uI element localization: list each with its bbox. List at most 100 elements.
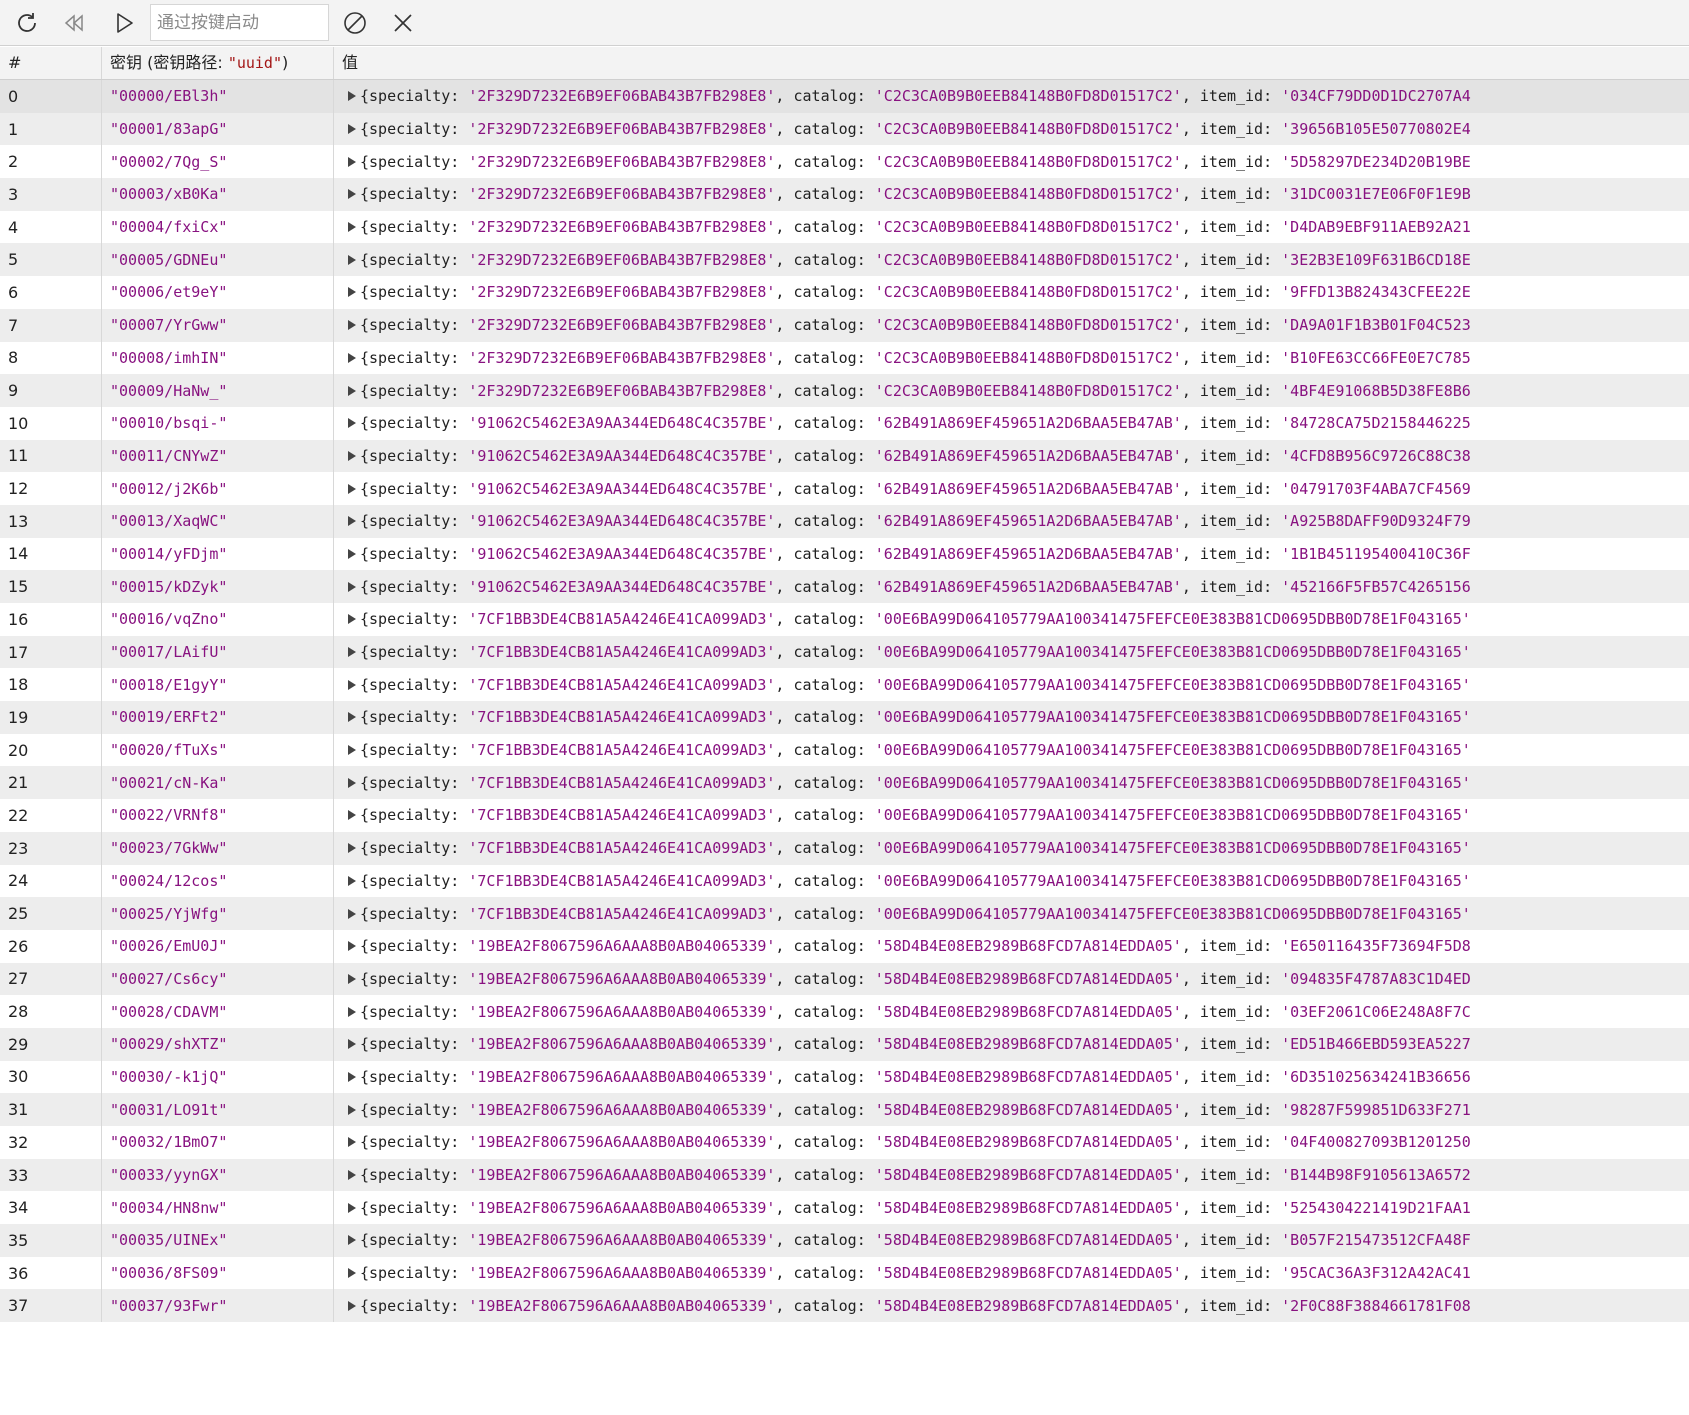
table-row[interactable]: 23 "00023/7GkWw" {specialty: '7CF1BB3DE4CB…	[0, 831, 1689, 865]
expand-triangle-icon[interactable]	[348, 254, 356, 265]
expand-triangle-icon[interactable]	[348, 810, 356, 821]
close-button[interactable]	[385, 5, 421, 41]
table-row[interactable]: 10 "00010/bsqi-" {specialty: '91062C5462E3…	[0, 406, 1689, 440]
expand-triangle-icon[interactable]	[348, 1104, 356, 1115]
table-row[interactable]: 13 "00013/XaqWC" {specialty: '91062C5462E3…	[0, 504, 1689, 538]
table-row[interactable]: 35 "00035/UINEx" {specialty: '19BEA2F80675…	[0, 1224, 1689, 1257]
table-row[interactable]: 33 "00033/yynGX" {specialty: '19BEA2F80675…	[0, 1158, 1689, 1192]
table-row[interactable]: 5 "00005/GDNEu" {specialty: '2F329D7232E6B…	[0, 243, 1689, 277]
expand-triangle-icon[interactable]	[348, 450, 356, 461]
item-id-value: '39656B105E50770802E4	[1281, 120, 1471, 139]
expand-triangle-icon[interactable]	[348, 548, 356, 559]
expand-triangle-icon[interactable]	[348, 745, 356, 756]
column-header-value[interactable]: 值	[334, 47, 1689, 79]
catalog-value: '58D4B4E08EB2989B68FCD7A814EDDA05'	[874, 1198, 1182, 1217]
table-row[interactable]: 25 "00025/YjWfg" {specialty: '7CF1BB3DE4CB…	[0, 897, 1689, 930]
table-row[interactable]: 20 "00020/fTuXs" {specialty: '7CF1BB3DE4CB…	[0, 733, 1689, 767]
table-row[interactable]: 24 "00024/12cos" {specialty: '7CF1BB3DE4CB…	[0, 864, 1689, 898]
row-index: 24	[0, 864, 102, 898]
table-row[interactable]: 29 "00029/shXTZ" {specialty: '19BEA2F80675…	[0, 1027, 1689, 1061]
table-row[interactable]: 7 "00007/YrGww" {specialty: '2F329D7232E6B…	[0, 308, 1689, 342]
table-row[interactable]: 17 "00017/LAifU" {specialty: '7CF1BB3DE4CB…	[0, 635, 1689, 669]
table-row[interactable]: 32 "00032/1BmO7" {specialty: '19BEA2F80675…	[0, 1126, 1689, 1159]
table-row[interactable]: 11 "00011/CNYwZ" {specialty: '91062C5462E3…	[0, 439, 1689, 473]
expand-triangle-icon[interactable]	[348, 385, 356, 396]
expand-triangle-icon[interactable]	[348, 581, 356, 592]
table-row[interactable]: 21 "00021/cN-Ka" {specialty: '7CF1BB3DE4CB…	[0, 766, 1689, 800]
table-row[interactable]: 16 "00016/vqZno" {specialty: '7CF1BB3DE4CB…	[0, 603, 1689, 636]
catalog-label: catalog:	[793, 741, 875, 760]
expand-triangle-icon[interactable]	[348, 875, 356, 886]
table-row[interactable]: 4 "00004/fxiCx" {specialty: '2F329D7232E6B…	[0, 210, 1689, 244]
expand-triangle-icon[interactable]	[348, 156, 356, 167]
expand-triangle-icon[interactable]	[348, 777, 356, 788]
clear-button[interactable]	[337, 5, 373, 41]
table-row[interactable]: 0 "00000/EBl3h" {specialty: '2F329D7232E6B…	[0, 80, 1689, 113]
expand-triangle-icon[interactable]	[348, 1202, 356, 1213]
expand-triangle-icon[interactable]	[348, 614, 356, 625]
table-row[interactable]: 22 "00022/VRNf8" {specialty: '7CF1BB3DE4CB…	[0, 799, 1689, 832]
table-row[interactable]: 8 "00008/imhIN" {specialty: '2F329D7232E6B…	[0, 341, 1689, 375]
expand-triangle-icon[interactable]	[348, 679, 356, 690]
table-row[interactable]: 1 "00001/83apG" {specialty: '2F329D7232E6B…	[0, 112, 1689, 146]
expand-triangle-icon[interactable]	[348, 516, 356, 527]
item-id-value: '98287F599851D633F271	[1281, 1100, 1471, 1119]
table-row[interactable]: 30 "00030/-k1jQ" {specialty: '19BEA2F80675…	[0, 1060, 1689, 1094]
item-id-label: item_id:	[1199, 1231, 1282, 1250]
expand-triangle-icon[interactable]	[348, 1039, 356, 1050]
expand-triangle-icon[interactable]	[348, 712, 356, 723]
table-row[interactable]: 15 "00015/kDZyk" {specialty: '91062C5462E3…	[0, 570, 1689, 603]
column-header-key[interactable]: 密钥 (密钥路径: "uuid")	[102, 47, 334, 79]
row-value: {specialty: '7CF1BB3DE4CB81A5A4246E41CA0…	[334, 668, 1689, 701]
expand-triangle-icon[interactable]	[348, 1071, 356, 1082]
rewind-button[interactable]	[56, 5, 92, 41]
row-key: "00014/yFDjm"	[102, 537, 334, 571]
expand-triangle-icon[interactable]	[348, 124, 356, 135]
expand-triangle-icon[interactable]	[348, 91, 356, 102]
table-row[interactable]: 12 "00012/j2K6b" {specialty: '91062C5462E3…	[0, 472, 1689, 505]
expand-triangle-icon[interactable]	[348, 647, 356, 658]
separator: ,	[1181, 120, 1200, 139]
table-row[interactable]: 28 "00028/CDAVM" {specialty: '19BEA2F80675…	[0, 995, 1689, 1028]
expand-triangle-icon[interactable]	[348, 1170, 356, 1181]
expand-triangle-icon[interactable]	[348, 908, 356, 919]
table-row[interactable]: 36 "00036/8FS09" {specialty: '19BEA2F80675…	[0, 1256, 1689, 1290]
expand-triangle-icon[interactable]	[348, 843, 356, 854]
table-row[interactable]: 6 "00006/et9eY" {specialty: '2F329D7232E6B…	[0, 276, 1689, 309]
brace: {	[360, 120, 370, 139]
expand-triangle-icon[interactable]	[348, 320, 356, 331]
expand-triangle-icon[interactable]	[348, 222, 356, 233]
refresh-button[interactable]	[9, 5, 45, 41]
expand-triangle-icon[interactable]	[348, 941, 356, 952]
table-row[interactable]: 18 "00018/E1gyY" {specialty: '7CF1BB3DE4CB…	[0, 668, 1689, 702]
column-header-index[interactable]: #	[0, 47, 102, 79]
table-row[interactable]: 19 "00019/ERFt2" {specialty: '7CF1BB3DE4CB…	[0, 701, 1689, 734]
table-row[interactable]: 2 "00002/7Qg_S" {specialty: '2F329D7232E6B…	[0, 145, 1689, 179]
value-preview: {specialty: '2F329D7232E6B9EF06BAB43B7FB…	[360, 120, 1471, 138]
expand-triangle-icon[interactable]	[348, 973, 356, 984]
expand-triangle-icon[interactable]	[348, 418, 356, 429]
expand-triangle-icon[interactable]	[348, 483, 356, 494]
table-row[interactable]: 3 "00003/xB0Ka" {specialty: '2F329D7232E6B…	[0, 178, 1689, 211]
table-row[interactable]: 31 "00031/LO91t" {specialty: '19BEA2F80675…	[0, 1093, 1689, 1126]
separator: ,	[1181, 1100, 1200, 1119]
table-row[interactable]: 27 "00027/Cs6cy" {specialty: '19BEA2F80675…	[0, 962, 1689, 996]
expand-triangle-icon[interactable]	[348, 287, 356, 298]
expand-triangle-icon[interactable]	[348, 1268, 356, 1279]
expand-triangle-icon[interactable]	[348, 352, 356, 363]
table-row[interactable]: 37 "00037/93Fwr" {specialty: '19BEA2F80675…	[0, 1289, 1689, 1323]
play-button[interactable]	[106, 5, 142, 41]
table-row[interactable]: 14 "00014/yFDjm" {specialty: '91062C5462E3…	[0, 537, 1689, 571]
data-grid: # 密钥 (密钥路径: "uuid") 值 0 "00000/EBl3h" {spe…	[0, 47, 1689, 1415]
expand-triangle-icon[interactable]	[348, 1006, 356, 1017]
row-value: {specialty: '7CF1BB3DE4CB81A5A4246E41CA0…	[334, 799, 1689, 832]
expand-triangle-icon[interactable]	[348, 189, 356, 200]
specialty-label: specialty:	[369, 708, 469, 727]
table-row[interactable]: 9 "00009/HaNw_" {specialty: '2F329D7232E6B…	[0, 374, 1689, 407]
table-row[interactable]: 26 "00026/EmU0J" {specialty: '19BEA2F80675…	[0, 929, 1689, 963]
expand-triangle-icon[interactable]	[348, 1137, 356, 1148]
key-filter-input[interactable]	[150, 4, 329, 41]
table-row[interactable]: 34 "00034/HN8nw" {specialty: '19BEA2F80675…	[0, 1191, 1689, 1225]
expand-triangle-icon[interactable]	[348, 1235, 356, 1246]
expand-triangle-icon[interactable]	[348, 1300, 356, 1311]
